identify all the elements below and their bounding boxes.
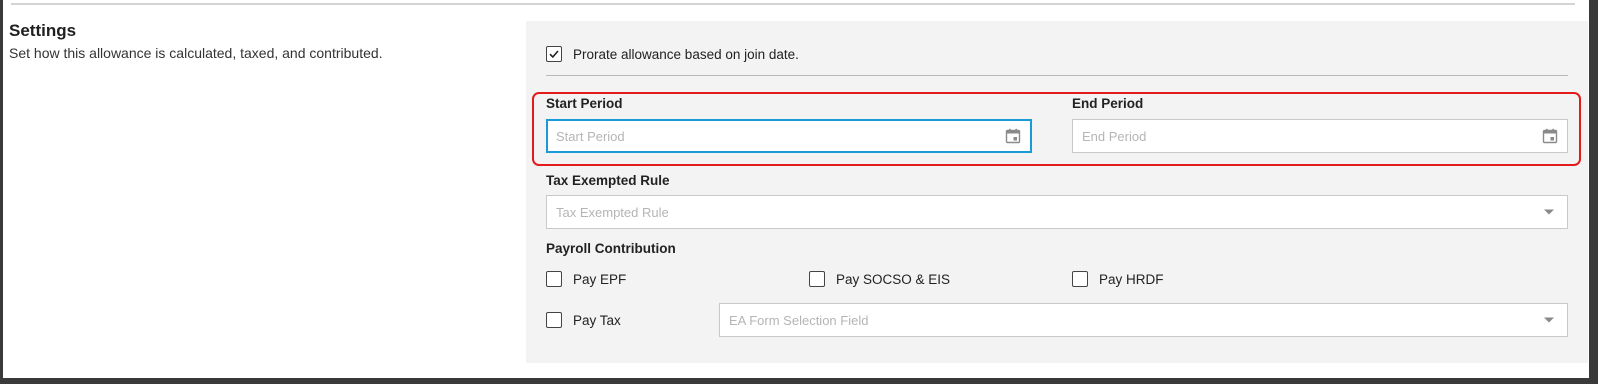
pay-epf-checkbox[interactable]	[546, 271, 562, 287]
pay-socso-eis-label: Pay SOCSO & EIS	[836, 271, 951, 287]
tax-exempted-rule-label: Tax Exempted Rule	[546, 173, 670, 188]
checkmark-icon	[549, 50, 559, 59]
chevron-down-icon	[1544, 209, 1554, 215]
end-period-input[interactable]	[1073, 120, 1542, 152]
pay-tax-checkbox[interactable]	[546, 312, 562, 328]
pay-socso-eis-checkbox[interactable]	[809, 271, 825, 287]
section-title: Settings	[9, 21, 77, 40]
end-period-field[interactable]	[1072, 119, 1568, 153]
ea-form-placeholder: EA Form Selection Field	[729, 312, 869, 328]
pay-hrdf-checkbox[interactable]	[1072, 271, 1088, 287]
pay-hrdf-label: Pay HRDF	[1099, 271, 1164, 287]
prorate-row: Prorate allowance based on join date.	[546, 46, 799, 62]
prorate-divider	[546, 75, 1568, 76]
tax-exempted-rule-placeholder: Tax Exempted Rule	[556, 204, 669, 220]
start-period-label: Start Period	[546, 96, 623, 111]
calendar-icon[interactable]	[1005, 128, 1021, 144]
chevron-down-icon	[1544, 317, 1554, 323]
ea-form-select[interactable]: EA Form Selection Field	[719, 303, 1568, 337]
prorate-checkbox[interactable]	[546, 46, 562, 62]
start-period-field[interactable]	[546, 119, 1032, 153]
prorate-label: Prorate allowance based on join date.	[573, 46, 799, 62]
pay-epf-row: Pay EPF	[546, 271, 626, 287]
top-divider	[11, 3, 1575, 5]
pay-epf-label: Pay EPF	[573, 271, 627, 287]
calendar-icon[interactable]	[1542, 128, 1558, 144]
tax-exempted-rule-select[interactable]: Tax Exempted Rule	[546, 195, 1568, 229]
payroll-contribution-label: Payroll Contribution	[546, 241, 676, 256]
section-description: Set how this allowance is calculated, ta…	[9, 45, 383, 61]
pay-tax-label: Pay Tax	[573, 312, 621, 328]
start-period-input[interactable]	[548, 121, 1005, 151]
pay-hrdf-row: Pay HRDF	[1072, 271, 1164, 287]
pay-socso-eis-row: Pay SOCSO & EIS	[809, 271, 950, 287]
end-period-label: End Period	[1072, 96, 1144, 111]
pay-tax-row: Pay Tax	[546, 312, 621, 328]
